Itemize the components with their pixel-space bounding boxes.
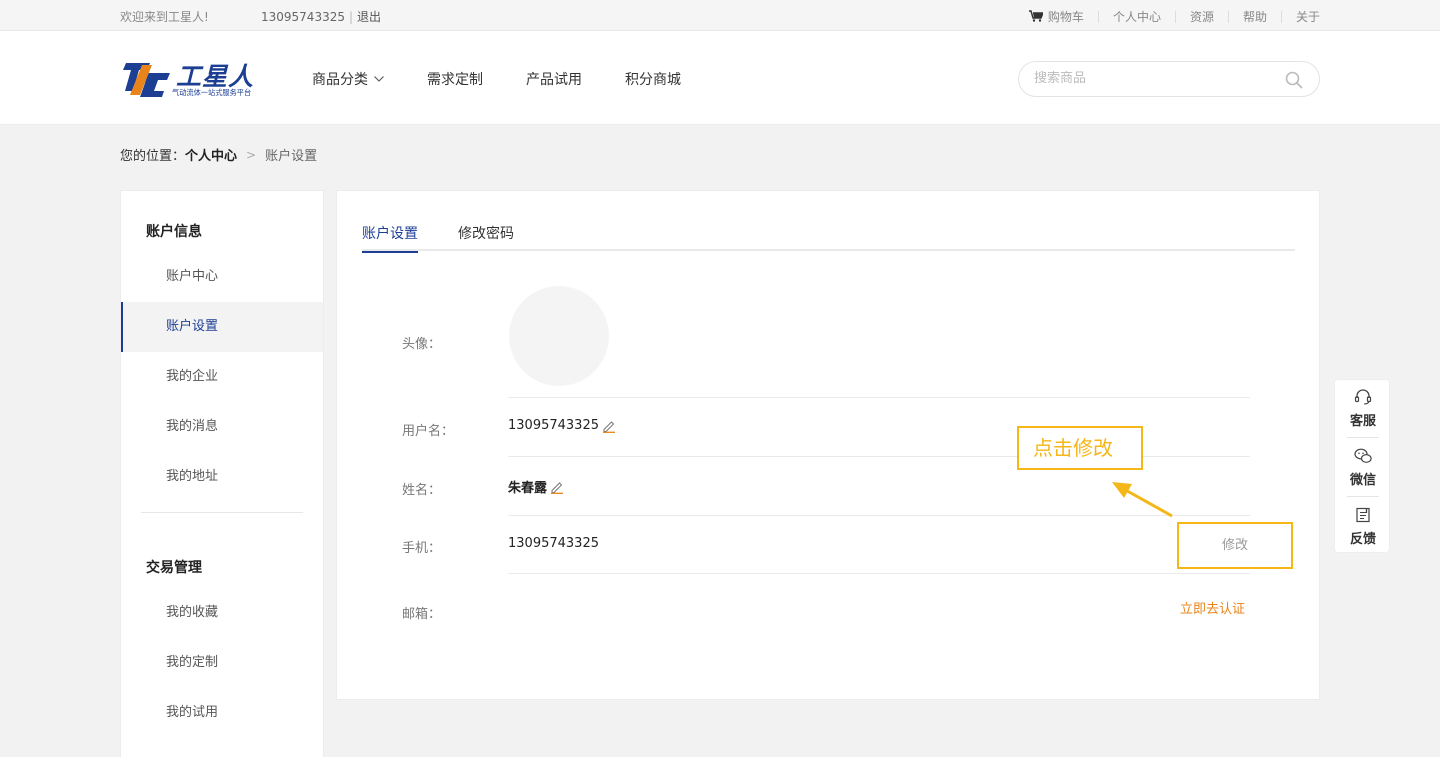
sidebar-item-account-settings[interactable]: 账户设置 [121,302,323,352]
logout-link[interactable]: 退出 [357,10,381,24]
breadcrumb-prefix: 您的位置： [120,149,186,164]
cart-label: 购物车 [1047,10,1084,24]
sidebar-item-my-trials[interactable]: 我的试用 [121,688,323,738]
sidebar-item-my-address[interactable]: 我的地址 [121,452,323,502]
topbar-links: 购物车 个人中心 资源 帮助 关于 [1028,8,1320,25]
sidebar-item-my-customizations[interactable]: 我的定制 [121,638,323,688]
topbar-phone: 13095743325 [261,10,345,24]
row-divider [508,397,1250,398]
floating-toolbar: 客服 微信 反馈 [1334,379,1390,553]
cart-link[interactable]: 购物车 [1028,8,1084,25]
breadcrumb-arrow-icon: > [246,147,257,162]
feedback-button[interactable]: 反馈 [1335,498,1391,556]
topbar-divider [1097,10,1099,23]
phone-value: 13095743325 [508,536,599,551]
pencil-edit-icon[interactable] [550,480,564,494]
annotation-callout: 点击修改 [1017,426,1143,470]
name-label: 姓名： [402,483,442,498]
customer-service-button[interactable]: 客服 [1335,380,1391,438]
breadcrumb-current: 账户设置 [265,149,318,164]
logo-mark-icon [123,63,170,97]
settings-tabs: 账户设置 修改密码 [362,221,1295,253]
nav-points-mall[interactable]: 积分商城 [625,69,681,89]
nav-product-trial[interactable]: 产品试用 [526,69,582,89]
chevron-down-icon [374,76,384,82]
row-divider [508,573,1250,574]
main-nav: 商品分类 需求定制 产品试用 积分商城 [312,69,724,89]
personal-center-link[interactable]: 个人中心 [1113,8,1161,25]
search-icon[interactable] [1285,71,1303,89]
floatbar-label: 客服 [1349,414,1376,429]
phone-row: 13095743325 [508,536,599,551]
breadcrumb: 您的位置： 个人中心 > 账户设置 [120,145,318,165]
modify-phone-button[interactable]: 修改 [1177,522,1293,569]
brand-slogan: 气动流体一站式服务平台 [172,88,252,97]
help-link[interactable]: 帮助 [1243,8,1267,25]
sidebar-group-transactions: 交易管理 [146,560,202,576]
wechat-icon [1354,448,1372,463]
resources-link[interactable]: 资源 [1190,8,1214,25]
avatar-label: 头像： [402,337,442,352]
username-label: 用户名： [402,424,455,439]
sidebar-group-account-info: 账户信息 [146,224,202,240]
breadcrumb-personal-center[interactable]: 个人中心 [185,145,237,164]
tab-account-settings[interactable]: 账户设置 [362,223,418,253]
sidebar-item-my-company[interactable]: 我的企业 [121,352,323,402]
search-input[interactable] [1034,71,1274,86]
sidebar-item-my-messages[interactable]: 我的消息 [121,402,323,452]
verify-email-link[interactable]: 立即去认证 [1180,598,1245,617]
floatbar-divider [1347,437,1379,438]
account-settings-panel: 账户设置 修改密码 头像： 用户名： 13095743325 姓名： 朱春露 手… [336,190,1320,700]
floatbar-divider [1347,496,1379,497]
search-box [1018,61,1320,97]
cart-icon [1028,10,1043,22]
sidebar-item-account-center[interactable]: 账户中心 [121,252,323,302]
topbar-separator: | [348,10,354,24]
avatar[interactable] [509,286,609,386]
welcome-text: 欢迎来到工星人! [120,10,209,24]
annotation-arrow-icon [1112,482,1173,518]
tab-change-password[interactable]: 修改密码 [458,223,514,251]
sidebar: 账户信息 账户中心 账户设置 我的企业 我的消息 我的地址 交易管理 我的收藏 … [120,190,324,757]
username-value: 13095743325 [508,418,599,433]
name-value: 朱春露 [508,481,548,496]
topbar-divider [1280,10,1282,23]
about-link[interactable]: 关于 [1296,8,1320,25]
phone-label: 手机： [402,541,442,556]
email-label: 邮箱： [402,607,442,622]
site-logo[interactable]: 工星人 气动流体一站式服务平台 [120,57,272,101]
topbar-divider [1227,10,1229,23]
nav-custom-demand[interactable]: 需求定制 [427,69,483,89]
nav-label: 商品分类 [312,72,368,88]
sidebar-item-my-favorites[interactable]: 我的收藏 [121,588,323,638]
floatbar-label: 反馈 [1349,532,1376,547]
feedback-icon [1356,507,1370,523]
pencil-edit-icon[interactable] [602,419,616,433]
topbar-account: 13095743325 | 退出 [261,8,381,25]
wechat-button[interactable]: 微信 [1335,439,1391,497]
main-header: 工星人 气动流体一站式服务平台 商品分类 需求定制 产品试用 积分商城 [0,31,1440,125]
topbar-divider [1174,10,1176,23]
name-row: 朱春露 [508,477,564,496]
floatbar-label: 微信 [1349,473,1376,488]
nav-product-categories[interactable]: 商品分类 [312,69,384,89]
username-row: 13095743325 [508,418,616,433]
headset-icon [1354,389,1372,405]
sidebar-divider [141,512,303,513]
top-bar: 欢迎来到工星人! 13095743325 | 退出 购物车 个人中心 资源 帮助 关… [0,0,1440,31]
